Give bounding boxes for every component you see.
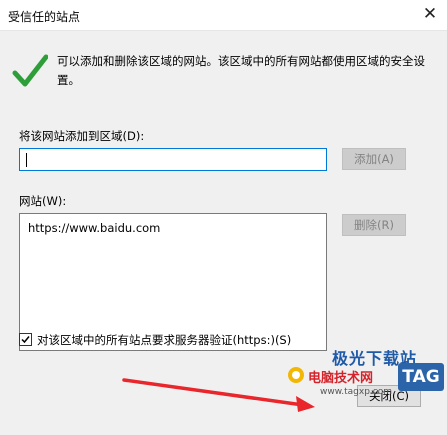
- watermark-tag: TAG: [398, 363, 444, 391]
- watermark-text-2: 电脑技术网: [308, 371, 374, 386]
- watermark: 极光下载站 电脑技术网 www.tagxp.com TAG: [286, 345, 447, 435]
- watermark-logo-icon: [288, 367, 304, 383]
- watermark-url: www.tagxp.com: [320, 387, 392, 397]
